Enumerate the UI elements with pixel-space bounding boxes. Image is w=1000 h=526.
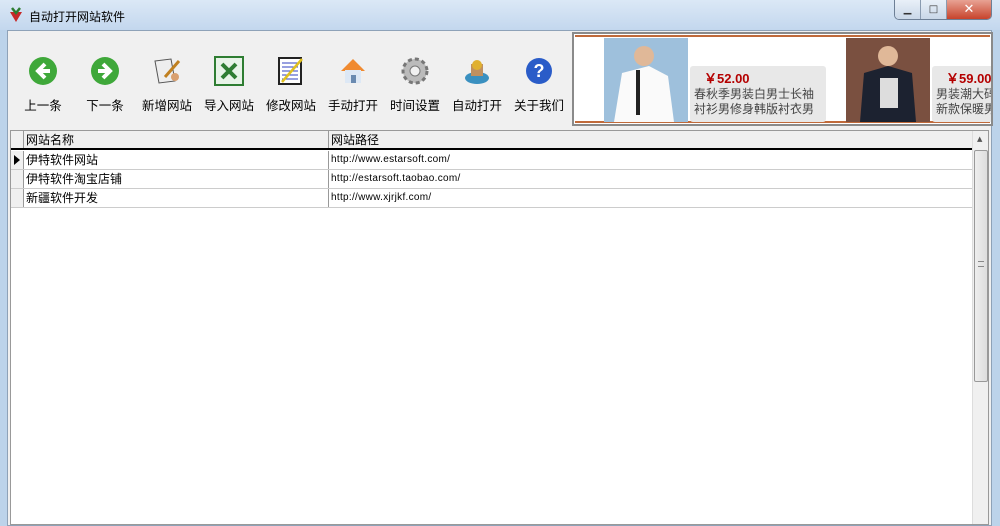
ad-product[interactable]: ￥59.00男装潮大码棉衣新款保暖男士秋: [846, 38, 991, 122]
next-button[interactable]: 下一条: [74, 37, 136, 125]
time-settings-button[interactable]: 时间设置: [384, 37, 446, 125]
title-bar: 自动打开网站软件 ▁ □ ✕: [0, 0, 1000, 30]
vertical-scrollbar[interactable]: ▲: [972, 131, 988, 524]
website-grid: 网站名称 网站路径 伊特软件网站 http://www.estarsoft.co…: [10, 130, 989, 525]
close-button[interactable]: ✕: [947, 0, 991, 19]
about-us-button[interactable]: ? 关于我们: [508, 37, 570, 125]
product-image: [604, 38, 688, 122]
add-site-button[interactable]: 新增网站: [136, 37, 198, 125]
arrow-right-icon: [89, 55, 121, 87]
column-header-name[interactable]: 网站名称: [24, 131, 329, 148]
site-url-cell[interactable]: http://estarsoft.taobao.com/: [329, 170, 973, 188]
table-row[interactable]: 新疆软件开发 http://www.xjrjkf.com/: [11, 189, 973, 208]
auto-open-button[interactable]: 自动打开: [446, 37, 508, 125]
auto-house-icon: [461, 55, 493, 87]
edit-document-icon: [275, 55, 307, 87]
table-row[interactable]: 伊特软件网站 http://www.estarsoft.com/: [11, 151, 973, 170]
product-image: [846, 38, 930, 122]
maximize-button[interactable]: □: [921, 0, 947, 19]
row-indicator: [11, 151, 24, 169]
help-icon: ?: [523, 55, 555, 87]
minimize-button[interactable]: ▁: [895, 0, 921, 19]
edit-site-button[interactable]: 修改网站: [260, 37, 322, 125]
svg-text:?: ?: [534, 61, 545, 81]
excel-icon: [213, 55, 245, 87]
import-site-button[interactable]: 导入网站: [198, 37, 260, 125]
site-name-cell[interactable]: 伊特软件淘宝店铺: [24, 170, 329, 188]
scroll-pen-icon: [151, 55, 183, 87]
site-url-cell[interactable]: http://www.estarsoft.com/: [329, 151, 973, 169]
app-logo-icon: [10, 7, 22, 22]
arrow-left-icon: [27, 55, 59, 87]
gear-icon: [399, 55, 431, 87]
row-indicator: [11, 170, 24, 188]
site-name-cell[interactable]: 伊特软件网站: [24, 151, 329, 169]
column-header-url[interactable]: 网站路径: [329, 131, 973, 148]
toolbar: 上一条 下一条 新增网站 导入网站 修改网站 手动打开 时间设置 自动打开 ? 关…: [12, 37, 570, 125]
scroll-up-icon[interactable]: ▲: [977, 135, 982, 143]
prev-button[interactable]: 上一条: [12, 37, 74, 125]
main-window: 上一条 下一条 新增网站 导入网站 修改网站 手动打开 时间设置 自动打开 ? 关…: [7, 30, 993, 526]
site-name-cell[interactable]: 新疆软件开发: [24, 189, 329, 207]
table-row[interactable]: 伊特软件淘宝店铺 http://estarsoft.taobao.com/: [11, 170, 973, 189]
current-row-arrow-icon: [14, 155, 20, 165]
ad-banner[interactable]: ￥52.00春秋季男装白男士长袖衬衫男修身韩版衬衣男 ￥59.00男装潮大码棉衣…: [572, 32, 993, 126]
grid-header: 网站名称 网站路径: [11, 131, 973, 150]
scrollbar-thumb[interactable]: [974, 150, 988, 382]
site-url-cell[interactable]: http://www.xjrjkf.com/: [329, 189, 973, 207]
window-title: 自动打开网站软件: [29, 10, 126, 24]
home-icon: [337, 55, 369, 87]
row-indicator: [11, 189, 24, 207]
manual-open-button[interactable]: 手动打开: [322, 37, 384, 125]
